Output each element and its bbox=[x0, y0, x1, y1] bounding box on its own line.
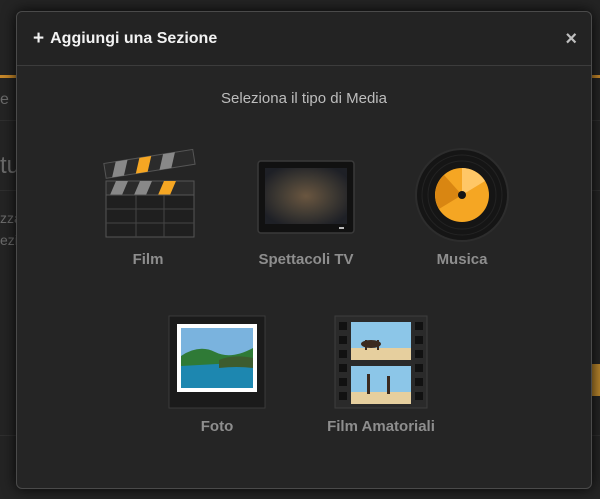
close-icon[interactable]: × bbox=[565, 29, 577, 49]
plus-icon: + bbox=[33, 28, 45, 49]
filmstrip-icon bbox=[331, 314, 431, 410]
media-option-home-movies[interactable]: Film Amatoriali bbox=[316, 314, 446, 435]
dialog-title: + Aggiungi una Sezione bbox=[33, 29, 217, 48]
photo-icon bbox=[167, 314, 267, 410]
media-label-music: Musica bbox=[436, 251, 488, 268]
media-label-tv-shows: Spettacoli TV bbox=[258, 251, 354, 268]
media-label-home-movies: Film Amatoriali bbox=[327, 418, 435, 435]
dialog-title-text: Aggiungi una Sezione bbox=[50, 29, 218, 47]
add-section-dialog: + Aggiungi una Sezione × Seleziona il ti… bbox=[16, 11, 592, 489]
vinyl-record-icon bbox=[412, 147, 512, 243]
tv-icon bbox=[256, 147, 356, 243]
media-option-photos[interactable]: Foto bbox=[152, 314, 282, 435]
media-type-prompt: Seleziona il tipo di Media bbox=[221, 90, 387, 107]
dialog-header: + Aggiungi una Sezione × bbox=[17, 12, 591, 66]
background-text: e bbox=[0, 91, 9, 108]
media-option-tv-shows[interactable]: Spettacoli TV bbox=[241, 147, 371, 268]
media-label-photos: Foto bbox=[200, 418, 234, 435]
media-label-film: Film bbox=[132, 251, 164, 268]
media-option-film[interactable]: Film bbox=[83, 147, 213, 268]
media-option-music[interactable]: Musica bbox=[397, 147, 527, 268]
clapperboard-icon bbox=[98, 147, 198, 243]
